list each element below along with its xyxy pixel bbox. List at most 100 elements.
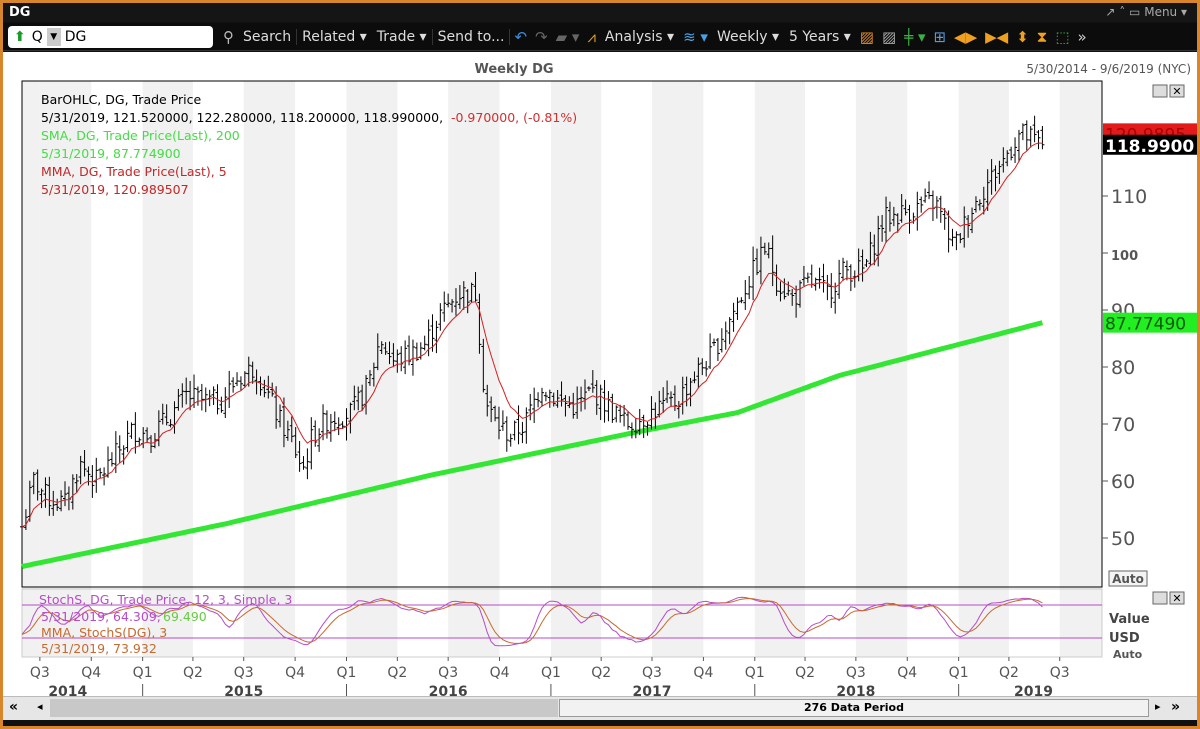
chevron-down-icon[interactable]: ▼: [46, 27, 61, 46]
auto-label-2[interactable]: Auto: [1113, 648, 1143, 661]
quarter-label: Q4: [285, 665, 305, 681]
crosshair-icon[interactable]: ╪ ▾: [900, 28, 929, 46]
close-icon[interactable]: ✕: [1172, 85, 1181, 98]
data-period-label: 276 Data Period: [803, 701, 904, 714]
legend-bar-label: BarOHLC, DG, Trade Price: [41, 92, 202, 107]
scroll-start-icon[interactable]: «: [9, 699, 18, 715]
related-menu[interactable]: Related ▾: [297, 29, 372, 45]
date-range: 5/30/2014 - 9/6/2019 (NYC): [1026, 62, 1191, 76]
quarter-band: [346, 81, 398, 657]
range-menu[interactable]: 5 Years ▾: [784, 29, 856, 45]
currency-label: USD: [1109, 631, 1140, 646]
year-label: 2018: [836, 684, 875, 696]
quarter-label: Q1: [337, 665, 357, 681]
quarter-label: Q4: [693, 665, 713, 681]
ticker-input[interactable]: ⬆ Q ▼ DG: [8, 25, 213, 48]
legend-sma-value: 5/31/2019, 87.774900: [41, 146, 181, 161]
year-label: 2017: [633, 684, 672, 696]
compress-horizontal-icon[interactable]: ▶◀: [981, 28, 1012, 46]
scroll-track[interactable]: [50, 699, 558, 717]
quarter-label: Q4: [897, 665, 917, 681]
add-panel-icon[interactable]: ⊞: [929, 28, 950, 46]
quarter-label: Q3: [846, 665, 866, 681]
waves-icon[interactable]: ≋ ▾: [679, 28, 712, 46]
quarter-label: Q2: [591, 665, 611, 681]
quarter-label: Q3: [30, 665, 50, 681]
sma-price-label: 87.77490: [1105, 315, 1186, 335]
periodicity-menu[interactable]: Weekly ▾: [712, 29, 784, 45]
search-button[interactable]: Search: [238, 28, 298, 45]
quarter-band: [754, 81, 806, 657]
year-label: 2015: [224, 684, 263, 696]
security-type: Q: [31, 28, 43, 45]
quarter-label: Q3: [642, 665, 662, 681]
folder-icon[interactable]: ▰ ▾: [552, 28, 584, 46]
year-label: 2014: [48, 684, 87, 696]
quarter-band: [958, 81, 1009, 657]
scroll-left-icon[interactable]: ◂: [37, 700, 43, 713]
quarter-band: [243, 81, 296, 657]
scroll-right-icon[interactable]: ▸: [1155, 700, 1161, 713]
search-icon: ⚲: [223, 27, 234, 46]
quarter-label: Q4: [490, 665, 510, 681]
y-tick-label: 70: [1111, 414, 1135, 436]
compare-chart-icon[interactable]: ▨: [878, 28, 900, 46]
quarter-label: Q3: [438, 665, 458, 681]
quarter-band: [550, 81, 602, 657]
quarter-label: Q2: [387, 665, 407, 681]
chart-window: DG ↗ ˄ ▭ Menu ▾ ⬆ Q ▼ DG ⚲ Search Relate…: [0, 0, 1200, 729]
year-label: 2019: [1014, 684, 1053, 696]
chart-area[interactable]: Weekly DG 5/30/2014 - 9/6/2019 (NYC) Bar…: [3, 52, 1197, 700]
stoch-mma-label: MMA, StochS(DG), 3: [41, 625, 167, 640]
more-icon[interactable]: »: [1074, 28, 1091, 46]
quarter-label: Q1: [745, 665, 765, 681]
line-chart-icon[interactable]: ▨: [856, 28, 878, 46]
stoch-values: 5/31/2019, 64.309,: [41, 609, 161, 624]
quarter-label: Q2: [183, 665, 203, 681]
legend-mma-label: MMA, DG, Trade Price(Last), 5: [41, 164, 227, 179]
expand-horizontal-icon[interactable]: ◀▶: [950, 28, 981, 46]
quarter-band: [652, 81, 704, 657]
redo-icon[interactable]: ↷: [531, 28, 552, 46]
quarter-label: Q2: [795, 665, 815, 681]
ticker-value[interactable]: DG: [65, 29, 87, 45]
send-to-button[interactable]: Send to...: [433, 28, 511, 45]
scroll-end-icon[interactable]: »: [1171, 699, 1180, 715]
title-bar: DG ↗ ˄ ▭ Menu ▾: [3, 3, 1197, 22]
analysis-icon: ⩘: [587, 27, 596, 46]
legend-bar-values: 5/31/2019, 121.520000, 122.280000, 118.2…: [41, 110, 443, 125]
scroll-thumb[interactable]: 276 Data Period: [559, 699, 1149, 717]
quarter-label: Q4: [81, 665, 101, 681]
quarter-band: [1059, 81, 1102, 657]
window-controls[interactable]: ↗ ˄ ▭ Menu ▾: [1105, 5, 1187, 19]
y-tick-label: 100: [1111, 249, 1138, 264]
quarter-label: Q2: [999, 665, 1019, 681]
quarter-label: Q3: [1050, 665, 1070, 681]
value-label: Value: [1109, 612, 1150, 627]
window-title: DG: [9, 5, 31, 20]
auto-label: Auto: [1112, 572, 1144, 586]
analysis-menu[interactable]: Analysis ▾: [600, 29, 679, 45]
panel-controls[interactable]: ✕ ✕: [1152, 84, 1185, 605]
legend-mma-value: 5/31/2019, 120.989507: [41, 182, 189, 197]
legend-bar-change: -0.970000, (-0.81%): [451, 110, 577, 125]
y-tick-label: 80: [1111, 357, 1135, 379]
quarter-band: [22, 81, 40, 657]
time-scrollbar[interactable]: « ◂ 276 Data Period ▸ »: [3, 696, 1197, 720]
chart-title: Weekly DG: [474, 62, 553, 77]
quarter-label: Q3: [234, 665, 254, 681]
stoch-values-b: 69.490: [163, 609, 207, 624]
stoch-close-icon[interactable]: ✕: [1172, 592, 1181, 605]
trade-menu[interactable]: Trade ▾: [372, 28, 433, 45]
zoom-box-icon[interactable]: ⬚: [1051, 28, 1073, 46]
stoch-mma-value: 5/31/2019, 73.932: [41, 641, 157, 656]
expand-vertical-icon[interactable]: ⬍: [1012, 28, 1033, 46]
undo-icon[interactable]: ↶: [510, 28, 531, 46]
y-tick-label: 50: [1111, 528, 1135, 550]
year-label: 2016: [429, 684, 468, 696]
chart-svg[interactable]: Weekly DG 5/30/2014 - 9/6/2019 (NYC) Bar…: [3, 52, 1197, 700]
compress-vertical-icon[interactable]: ⧗: [1033, 28, 1052, 46]
quarter-label: Q1: [541, 665, 561, 681]
y-tick-label: 60: [1111, 471, 1135, 493]
quarter-label: Q1: [133, 665, 153, 681]
